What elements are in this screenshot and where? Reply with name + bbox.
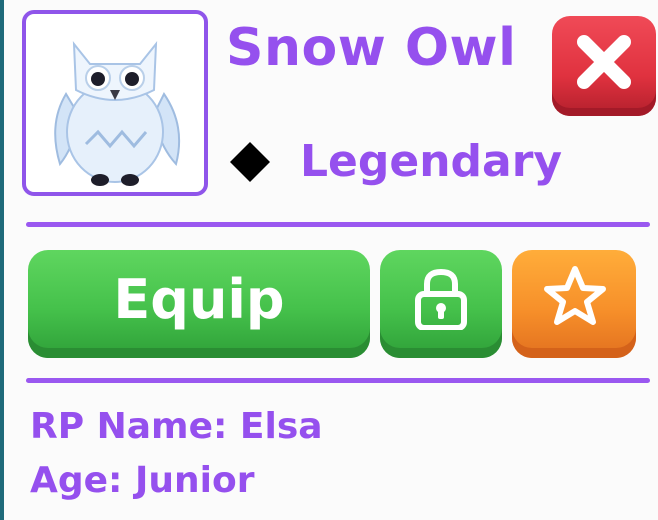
lock-icon [415, 268, 467, 330]
equip-button-label: Equip [113, 268, 285, 331]
rp-name-text: RP Name: Elsa [30, 406, 323, 447]
equip-button[interactable]: Equip [28, 250, 370, 358]
close-button[interactable] [552, 16, 656, 116]
star-icon [544, 266, 606, 325]
favorite-button[interactable] [512, 250, 636, 358]
rarity-label: Legendary [300, 136, 563, 187]
pet-portrait [22, 10, 208, 196]
pet-info-panel: Snow Owl Legendary Equip RP Name: Elsa A… [0, 0, 658, 520]
close-icon [577, 35, 631, 89]
divider-top [26, 222, 650, 227]
rarity-diamond-icon [230, 142, 270, 182]
snow-owl-icon [54, 40, 181, 186]
divider-bottom [26, 378, 650, 383]
pet-name-title: Snow Owl [226, 18, 517, 78]
age-text: Age: Junior [30, 460, 255, 501]
lock-button[interactable] [380, 250, 502, 358]
